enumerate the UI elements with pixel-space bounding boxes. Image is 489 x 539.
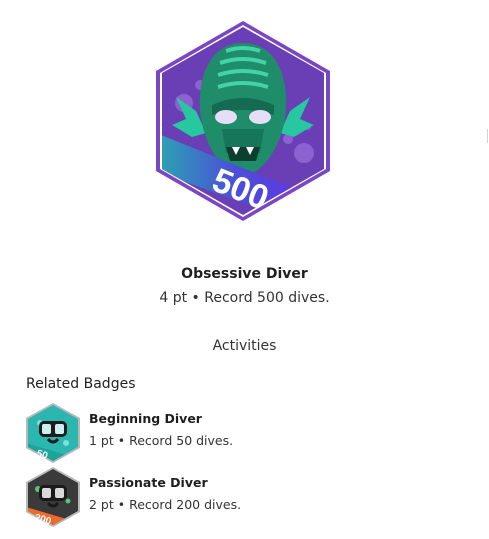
related-badge-description: 1 pt • Record 50 dives. xyxy=(89,433,234,448)
badge-title: Obsessive Diver xyxy=(181,266,308,282)
related-badge-item[interactable]: 200 Passionate Diver 2 pt • Record 200 d… xyxy=(26,467,466,527)
badge-description: 4 pt • Record 500 dives. xyxy=(159,290,330,306)
activities-link[interactable]: Activities xyxy=(0,338,489,354)
related-badge-description: 2 pt • Record 200 dives. xyxy=(89,497,242,512)
obsessive-diver-badge[interactable]: 500 xyxy=(156,21,330,221)
related-badge-name: Passionate Diver xyxy=(89,475,208,490)
dive-mask-badge-icon: 200 xyxy=(26,467,80,527)
sea-creature-badge-icon: 500 xyxy=(156,21,330,221)
related-badges-heading: Related Badges xyxy=(26,376,136,392)
badge-emblem-number: 50 xyxy=(35,448,49,462)
dive-mask-badge-icon: 50 xyxy=(26,403,80,463)
related-badge-name: Beginning Diver xyxy=(89,411,202,426)
related-badge-item[interactable]: 50 Beginning Diver 1 pt • Record 50 dive… xyxy=(26,403,466,463)
scroll-indicator xyxy=(487,129,488,143)
